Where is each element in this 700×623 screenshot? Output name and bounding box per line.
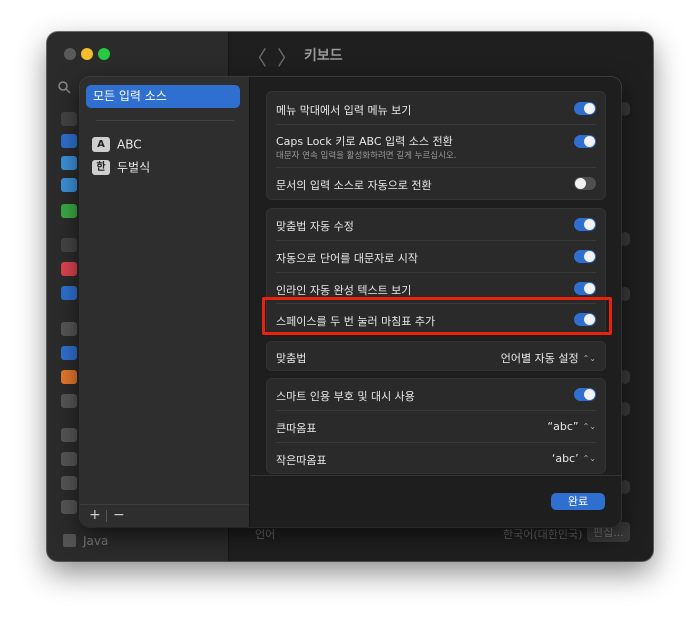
smart-quotes-group: 스마트 인용 부호 및 대시 사용 큰따옴표 “abc” ⌃⌄ 작은따옴표 ‘ab…	[266, 378, 606, 474]
show-input-menu-toggle[interactable]	[574, 102, 596, 115]
all-input-sources-item[interactable]: 모든 입력 소스	[86, 85, 240, 108]
remove-source-button[interactable]: −	[113, 507, 125, 523]
row-sublabel: 대문자 연속 입력을 활성화하려면 길게 누르십시오.	[276, 151, 457, 161]
row-label: 큰따옴표	[276, 422, 317, 435]
list-toolbar: + −	[80, 504, 249, 527]
back-icon[interactable]: 〈	[247, 42, 267, 71]
row-label: 자동으로 단어를 대문자로 시작	[276, 252, 419, 265]
toolbar-divider	[106, 510, 107, 522]
caps-lock-switch-row: Caps Lock 키로 ABC 입력 소스 전환 대문자 연속 입력을 활성화…	[267, 125, 605, 167]
annotation-highlight-box	[262, 297, 612, 335]
screensaver-icon[interactable]	[61, 156, 77, 170]
popup-value: 언어별 자동 설정	[500, 352, 579, 365]
list-separator	[96, 120, 234, 121]
background-toggle	[620, 370, 630, 384]
row-label: 맞춤법	[276, 352, 307, 365]
done-button[interactable]: 완료	[551, 493, 605, 510]
source-item-dubeolsik[interactable]: 한 두벌식	[92, 158, 150, 176]
smart-quotes-row: 스마트 인용 부호 및 대시 사용	[267, 379, 605, 410]
close-window-button[interactable]	[64, 48, 76, 60]
touch-id-icon[interactable]	[61, 262, 77, 276]
row-label: 문서의 입력 소스로 자동으로 전환	[276, 179, 432, 192]
autocorrect-row: 맞춤법 자동 수정	[267, 209, 605, 240]
background-toggle	[620, 402, 630, 416]
single-quotes-row: 작은따옴표 ‘abc’ ⌃⌄	[267, 443, 605, 473]
toggle-knob	[575, 178, 586, 189]
trackpad-icon[interactable]	[61, 476, 77, 490]
popup-value: ‘abc’	[551, 452, 579, 465]
forward-icon[interactable]: 〉	[277, 42, 297, 71]
stepper-icon: ⌃⌄	[582, 422, 596, 431]
java-icon	[63, 534, 76, 547]
minimize-window-button[interactable]	[81, 48, 93, 60]
toggle-knob	[584, 136, 595, 147]
auto-switch-row: 문서의 입력 소스로 자동으로 전환	[267, 168, 605, 199]
password-icon[interactable]	[61, 322, 77, 336]
row-label: 맞춤법 자동 수정	[276, 220, 354, 233]
popup-value: “abc”	[547, 420, 579, 433]
brightness-icon[interactable]	[61, 134, 77, 148]
background-toggle	[620, 287, 630, 301]
double-quotes-popup[interactable]: “abc” ⌃⌄	[547, 420, 596, 433]
users-icon[interactable]	[61, 286, 77, 300]
toggle-knob	[584, 389, 595, 400]
toggle-knob	[584, 251, 595, 262]
lock-icon[interactable]	[61, 238, 77, 252]
window-title: 키보드	[304, 48, 343, 64]
row-label: Caps Lock 키로 ABC 입력 소스 전환	[276, 135, 453, 148]
add-source-button[interactable]: +	[89, 507, 101, 523]
keyboard-icon[interactable]	[61, 112, 77, 126]
battery-icon[interactable]	[61, 204, 77, 218]
auto-capitalize-row: 자동으로 단어를 대문자로 시작	[267, 241, 605, 272]
toggle-knob	[584, 219, 595, 230]
language-value: 한국어(대한민국)	[503, 528, 583, 541]
search-icon[interactable]	[57, 80, 75, 98]
row-label: 인라인 자동 완성 텍스트 보기	[276, 284, 412, 297]
display-icon[interactable]	[61, 178, 77, 192]
toggle-knob	[584, 283, 595, 294]
game-center-icon[interactable]	[61, 370, 77, 384]
auto-switch-toggle[interactable]	[574, 177, 596, 190]
row-label: 작은따옴표	[276, 454, 327, 467]
inline-predictive-toggle[interactable]	[574, 282, 596, 295]
hangul-badge-icon: 한	[92, 160, 110, 175]
spelling-group: 맞춤법 언어별 자동 설정 ⌃⌄	[266, 341, 606, 371]
spelling-popup[interactable]: 언어별 자동 설정 ⌃⌄	[501, 350, 596, 366]
stepper-icon: ⌃⌄	[582, 454, 596, 463]
spelling-row: 맞춤법 언어별 자동 설정 ⌃⌄	[267, 342, 605, 370]
background-toggle	[620, 102, 630, 116]
toggle-knob	[584, 103, 595, 114]
sidebar-item-java[interactable]: Java	[83, 534, 108, 548]
internet-accounts-icon[interactable]	[61, 346, 77, 360]
background-toggle	[620, 232, 630, 246]
stepper-icon: ⌃⌄	[582, 354, 596, 363]
keyboard-settings-icon[interactable]	[61, 428, 77, 442]
language-label: 언어	[255, 528, 276, 541]
autocorrect-toggle[interactable]	[574, 218, 596, 231]
source-label: 두벌식	[117, 160, 151, 175]
caps-lock-switch-toggle[interactable]	[574, 135, 596, 148]
show-input-menu-row: 메뉴 막대에서 입력 메뉴 보기	[267, 92, 605, 124]
source-label: ABC	[117, 137, 142, 152]
source-item-abc[interactable]: A ABC	[92, 135, 142, 153]
mouse-icon[interactable]	[61, 452, 77, 466]
background-toggle	[620, 480, 630, 494]
auto-capitalize-toggle[interactable]	[574, 250, 596, 263]
smart-quotes-toggle[interactable]	[574, 388, 596, 401]
row-label: 스마트 인용 부호 및 대시 사용	[276, 390, 415, 403]
input-sources-sheet: 모든 입력 소스 A ABC 한 두벌식 + − 메뉴 막대에서 입력 메뉴 보기 …	[80, 77, 621, 527]
row-label: 메뉴 막대에서 입력 메뉴 보기	[276, 104, 412, 117]
single-quotes-popup[interactable]: ‘abc’ ⌃⌄	[552, 452, 596, 465]
wallet-icon[interactable]	[61, 394, 77, 408]
input-menu-group: 메뉴 막대에서 입력 메뉴 보기 Caps Lock 키로 ABC 입력 소스 …	[266, 91, 606, 200]
footer-divider	[250, 475, 621, 476]
input-sources-list: 모든 입력 소스 A ABC 한 두벌식 + −	[80, 77, 250, 527]
abc-badge-icon: A	[92, 137, 110, 152]
printers-icon[interactable]	[61, 500, 77, 514]
double-quotes-row: 큰따옴표 “abc” ⌃⌄	[267, 411, 605, 442]
maximize-window-button[interactable]	[98, 48, 110, 60]
